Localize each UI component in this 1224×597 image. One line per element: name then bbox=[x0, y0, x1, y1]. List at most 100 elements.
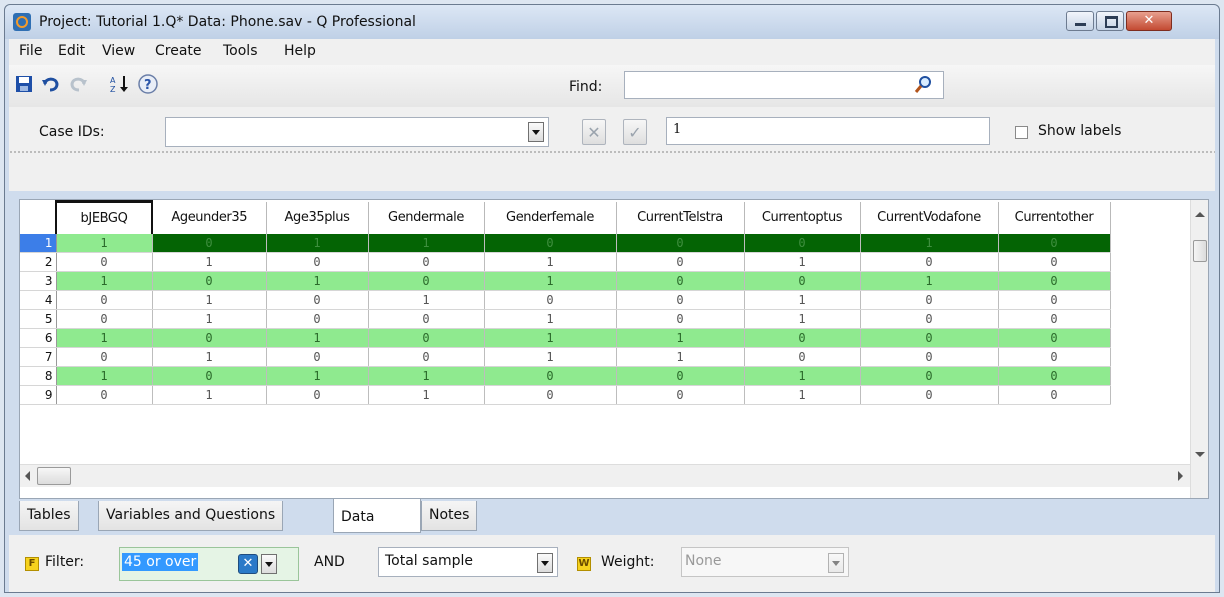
data-cell[interactable]: 0 bbox=[484, 366, 617, 386]
menu-edit[interactable]: Edit bbox=[58, 43, 85, 59]
cancel-edit-button[interactable]: ✕ bbox=[582, 119, 606, 145]
data-cell[interactable]: 0 bbox=[616, 290, 745, 310]
filter-dropdown[interactable]: 45 or over ✕ bbox=[119, 547, 299, 581]
save-icon[interactable] bbox=[13, 73, 35, 95]
data-cell[interactable]: 0 bbox=[56, 385, 153, 405]
row-header[interactable]: 8 bbox=[20, 366, 57, 386]
scroll-down-icon[interactable] bbox=[1195, 452, 1205, 457]
row-header[interactable]: 1 bbox=[20, 233, 57, 253]
table-row[interactable]: 3101010010 bbox=[20, 271, 1111, 291]
redo-icon[interactable] bbox=[67, 73, 89, 95]
undo-icon[interactable] bbox=[40, 73, 62, 95]
column-header[interactable]: Currentother bbox=[998, 201, 1111, 234]
horizontal-scroll-thumb[interactable] bbox=[37, 467, 71, 485]
data-cell[interactable]: 1 bbox=[860, 271, 999, 291]
menu-tools[interactable]: Tools bbox=[223, 43, 258, 59]
data-cell[interactable]: 0 bbox=[998, 328, 1111, 348]
data-cell[interactable]: 1 bbox=[484, 328, 617, 348]
data-cell[interactable]: 0 bbox=[998, 385, 1111, 405]
column-header[interactable]: Gendermale bbox=[368, 201, 485, 234]
data-cell[interactable]: 0 bbox=[368, 328, 485, 348]
data-cell[interactable]: 0 bbox=[56, 252, 153, 272]
data-cell[interactable]: 0 bbox=[998, 271, 1111, 291]
chevron-down-icon[interactable] bbox=[537, 553, 553, 573]
chevron-down-icon[interactable] bbox=[828, 553, 844, 573]
data-cell[interactable]: 0 bbox=[616, 271, 745, 291]
data-cell[interactable]: 0 bbox=[744, 347, 861, 367]
case-ids-dropdown[interactable] bbox=[165, 117, 549, 147]
data-cell[interactable]: 0 bbox=[266, 385, 369, 405]
column-header[interactable]: Age35plus bbox=[266, 201, 369, 234]
data-cell[interactable]: 0 bbox=[616, 366, 745, 386]
data-cell[interactable]: 0 bbox=[616, 252, 745, 272]
row-header[interactable]: 5 bbox=[20, 309, 57, 329]
row-header[interactable]: 4 bbox=[20, 290, 57, 310]
data-cell[interactable]: 0 bbox=[744, 233, 861, 253]
data-cell[interactable]: 0 bbox=[56, 309, 153, 329]
horizontal-scrollbar[interactable] bbox=[20, 464, 1190, 487]
data-cell[interactable]: 1 bbox=[744, 290, 861, 310]
row-header[interactable]: 9 bbox=[20, 385, 57, 405]
data-cell[interactable]: 0 bbox=[998, 233, 1111, 253]
data-cell[interactable]: 1 bbox=[368, 366, 485, 386]
data-cell[interactable]: 0 bbox=[266, 347, 369, 367]
data-cell[interactable]: 0 bbox=[266, 290, 369, 310]
data-cell[interactable]: 0 bbox=[860, 366, 999, 386]
table-row[interactable]: 6101011000 bbox=[20, 328, 1111, 348]
row-header[interactable]: 2 bbox=[20, 252, 57, 272]
data-cell[interactable]: 1 bbox=[56, 366, 153, 386]
data-cell[interactable]: 1 bbox=[152, 252, 267, 272]
data-cell[interactable]: 1 bbox=[368, 290, 485, 310]
show-labels-checkbox[interactable] bbox=[1015, 126, 1028, 139]
data-cell[interactable]: 0 bbox=[998, 366, 1111, 386]
data-cell[interactable]: 1 bbox=[152, 309, 267, 329]
data-cell[interactable]: 0 bbox=[484, 385, 617, 405]
table-row[interactable]: 7010011000 bbox=[20, 347, 1111, 367]
data-cell[interactable]: 0 bbox=[860, 309, 999, 329]
data-cell[interactable]: 0 bbox=[266, 252, 369, 272]
column-header[interactable]: bJEBGQ bbox=[55, 200, 153, 234]
data-cell[interactable]: 0 bbox=[998, 309, 1111, 329]
column-header[interactable]: Ageunder35 bbox=[152, 201, 267, 234]
data-cell[interactable]: 1 bbox=[152, 290, 267, 310]
tab-variables-and-questions[interactable]: Variables and Questions bbox=[98, 501, 284, 531]
table-row[interactable]: 2010010100 bbox=[20, 252, 1111, 272]
data-cell[interactable]: 0 bbox=[998, 347, 1111, 367]
row-header[interactable]: 6 bbox=[20, 328, 57, 348]
scroll-up-icon[interactable] bbox=[1195, 212, 1205, 217]
data-cell[interactable]: 0 bbox=[368, 309, 485, 329]
data-cell[interactable]: 0 bbox=[860, 252, 999, 272]
sort-az-icon[interactable]: AZ bbox=[109, 73, 131, 95]
data-cell[interactable]: 0 bbox=[744, 271, 861, 291]
data-cell[interactable]: 0 bbox=[744, 328, 861, 348]
data-cell[interactable]: 1 bbox=[744, 385, 861, 405]
data-cell[interactable]: 0 bbox=[266, 309, 369, 329]
data-grid[interactable]: bJEBGQ Ageunder35 Age35plus Gendermale G… bbox=[19, 199, 1209, 499]
table-row[interactable]: 4010100100 bbox=[20, 290, 1111, 310]
data-cell[interactable]: 0 bbox=[484, 233, 617, 253]
data-cell[interactable]: 1 bbox=[368, 385, 485, 405]
vertical-scroll-thumb[interactable] bbox=[1193, 240, 1207, 262]
table-row[interactable]: 9010100100 bbox=[20, 385, 1111, 405]
data-cell[interactable]: 1 bbox=[266, 366, 369, 386]
column-header[interactable]: CurrentVodafone bbox=[860, 201, 999, 234]
data-cell[interactable]: 0 bbox=[152, 328, 267, 348]
close-window-button[interactable] bbox=[1126, 11, 1172, 31]
menu-view[interactable]: View bbox=[102, 43, 135, 59]
data-cell[interactable]: 1 bbox=[616, 347, 745, 367]
column-header[interactable]: Currentoptus bbox=[744, 201, 861, 234]
sample-dropdown[interactable]: Total sample bbox=[378, 547, 558, 577]
menu-create[interactable]: Create bbox=[155, 43, 202, 59]
column-header[interactable]: Genderfemale bbox=[484, 201, 617, 234]
tab-tables[interactable]: Tables bbox=[19, 501, 79, 531]
find-input[interactable] bbox=[624, 71, 944, 99]
data-cell[interactable]: 1 bbox=[56, 328, 153, 348]
menu-file[interactable]: File bbox=[19, 43, 42, 59]
scroll-left-icon[interactable] bbox=[25, 471, 30, 481]
weight-dropdown[interactable]: None bbox=[681, 547, 849, 577]
data-cell[interactable]: 1 bbox=[484, 309, 617, 329]
accept-edit-button[interactable]: ✓ bbox=[623, 119, 647, 145]
data-cell[interactable]: 1 bbox=[266, 328, 369, 348]
data-cell[interactable]: 0 bbox=[860, 385, 999, 405]
tab-notes[interactable]: Notes bbox=[421, 501, 478, 531]
